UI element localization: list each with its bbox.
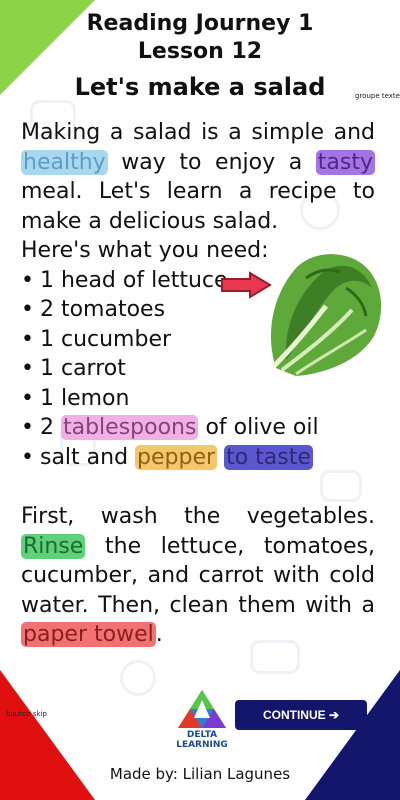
logo-line-2: LEARNING — [176, 740, 228, 750]
text-segment — [217, 445, 224, 470]
logo-triangle-icon — [178, 690, 226, 728]
ingredient-label: 1 head of lettuce — [39, 267, 228, 293]
lesson-number: Lesson 12 — [137, 39, 263, 64]
text-segment: . — [155, 622, 163, 647]
ingredient-label: salt and — [39, 444, 136, 470]
logo-line-1: DELTA — [186, 730, 218, 740]
ingredient-label: 2 tomatoes — [39, 297, 166, 322]
lesson-header: Reading Journey 1 Lesson 12 Let's make a… — [0, 10, 400, 102]
highlight-word-tablespoons[interactable]: tablespoons — [60, 415, 199, 440]
highlight-word-healthy[interactable]: healthy — [21, 149, 108, 175]
list-item: 2 tablespoons of olive oil — [21, 413, 375, 443]
highlight-word-pepper[interactable]: pepper — [135, 444, 218, 470]
intro-paragraph: Making a salad is a simple and healthy w… — [21, 118, 375, 236]
list-item: salt and pepper to taste — [21, 443, 375, 473]
lesson-title: Let's make a salad — [74, 73, 326, 101]
text-segment: meal. Let's learn a recipe to make a del… — [21, 179, 375, 234]
continue-button[interactable]: CONTINUE ➔ — [235, 700, 367, 730]
course-title: Reading Journey 1 — [86, 11, 314, 36]
highlight-word-to-taste[interactable]: to taste — [224, 444, 313, 470]
ingredient-label: 1 lemon — [39, 385, 130, 411]
list-item: 1 lemon — [21, 384, 375, 414]
text-segment: First, wash the vegetables. — [21, 504, 375, 529]
ingredient-label: 2 — [39, 415, 61, 440]
text-segment: way to enjoy a — [107, 149, 316, 175]
ingredient-label: 1 carrot — [39, 356, 126, 381]
highlight-word-rinse[interactable]: Rinse — [21, 533, 86, 559]
lettuce-image — [270, 254, 382, 376]
logo-text: DELTA LEARNING — [176, 730, 228, 750]
ingredient-label: of olive oil — [198, 415, 319, 440]
reading-text: Making a salad is a simple and healthy w… — [21, 118, 375, 650]
highlight-word-paper-towel[interactable]: paper towel — [21, 622, 156, 647]
instruction-paragraph: First, wash the vegetables. Rinse the le… — [21, 502, 375, 650]
ingredient-label: 1 cucumber — [39, 326, 172, 352]
author-credit: Made by: Lilian Lagunes — [109, 765, 291, 783]
highlight-word-tasty[interactable]: tasty — [315, 149, 375, 175]
skip-button[interactable]: bouton skip — [6, 710, 47, 718]
text-segment: Making a salad is a simple and — [21, 120, 375, 145]
